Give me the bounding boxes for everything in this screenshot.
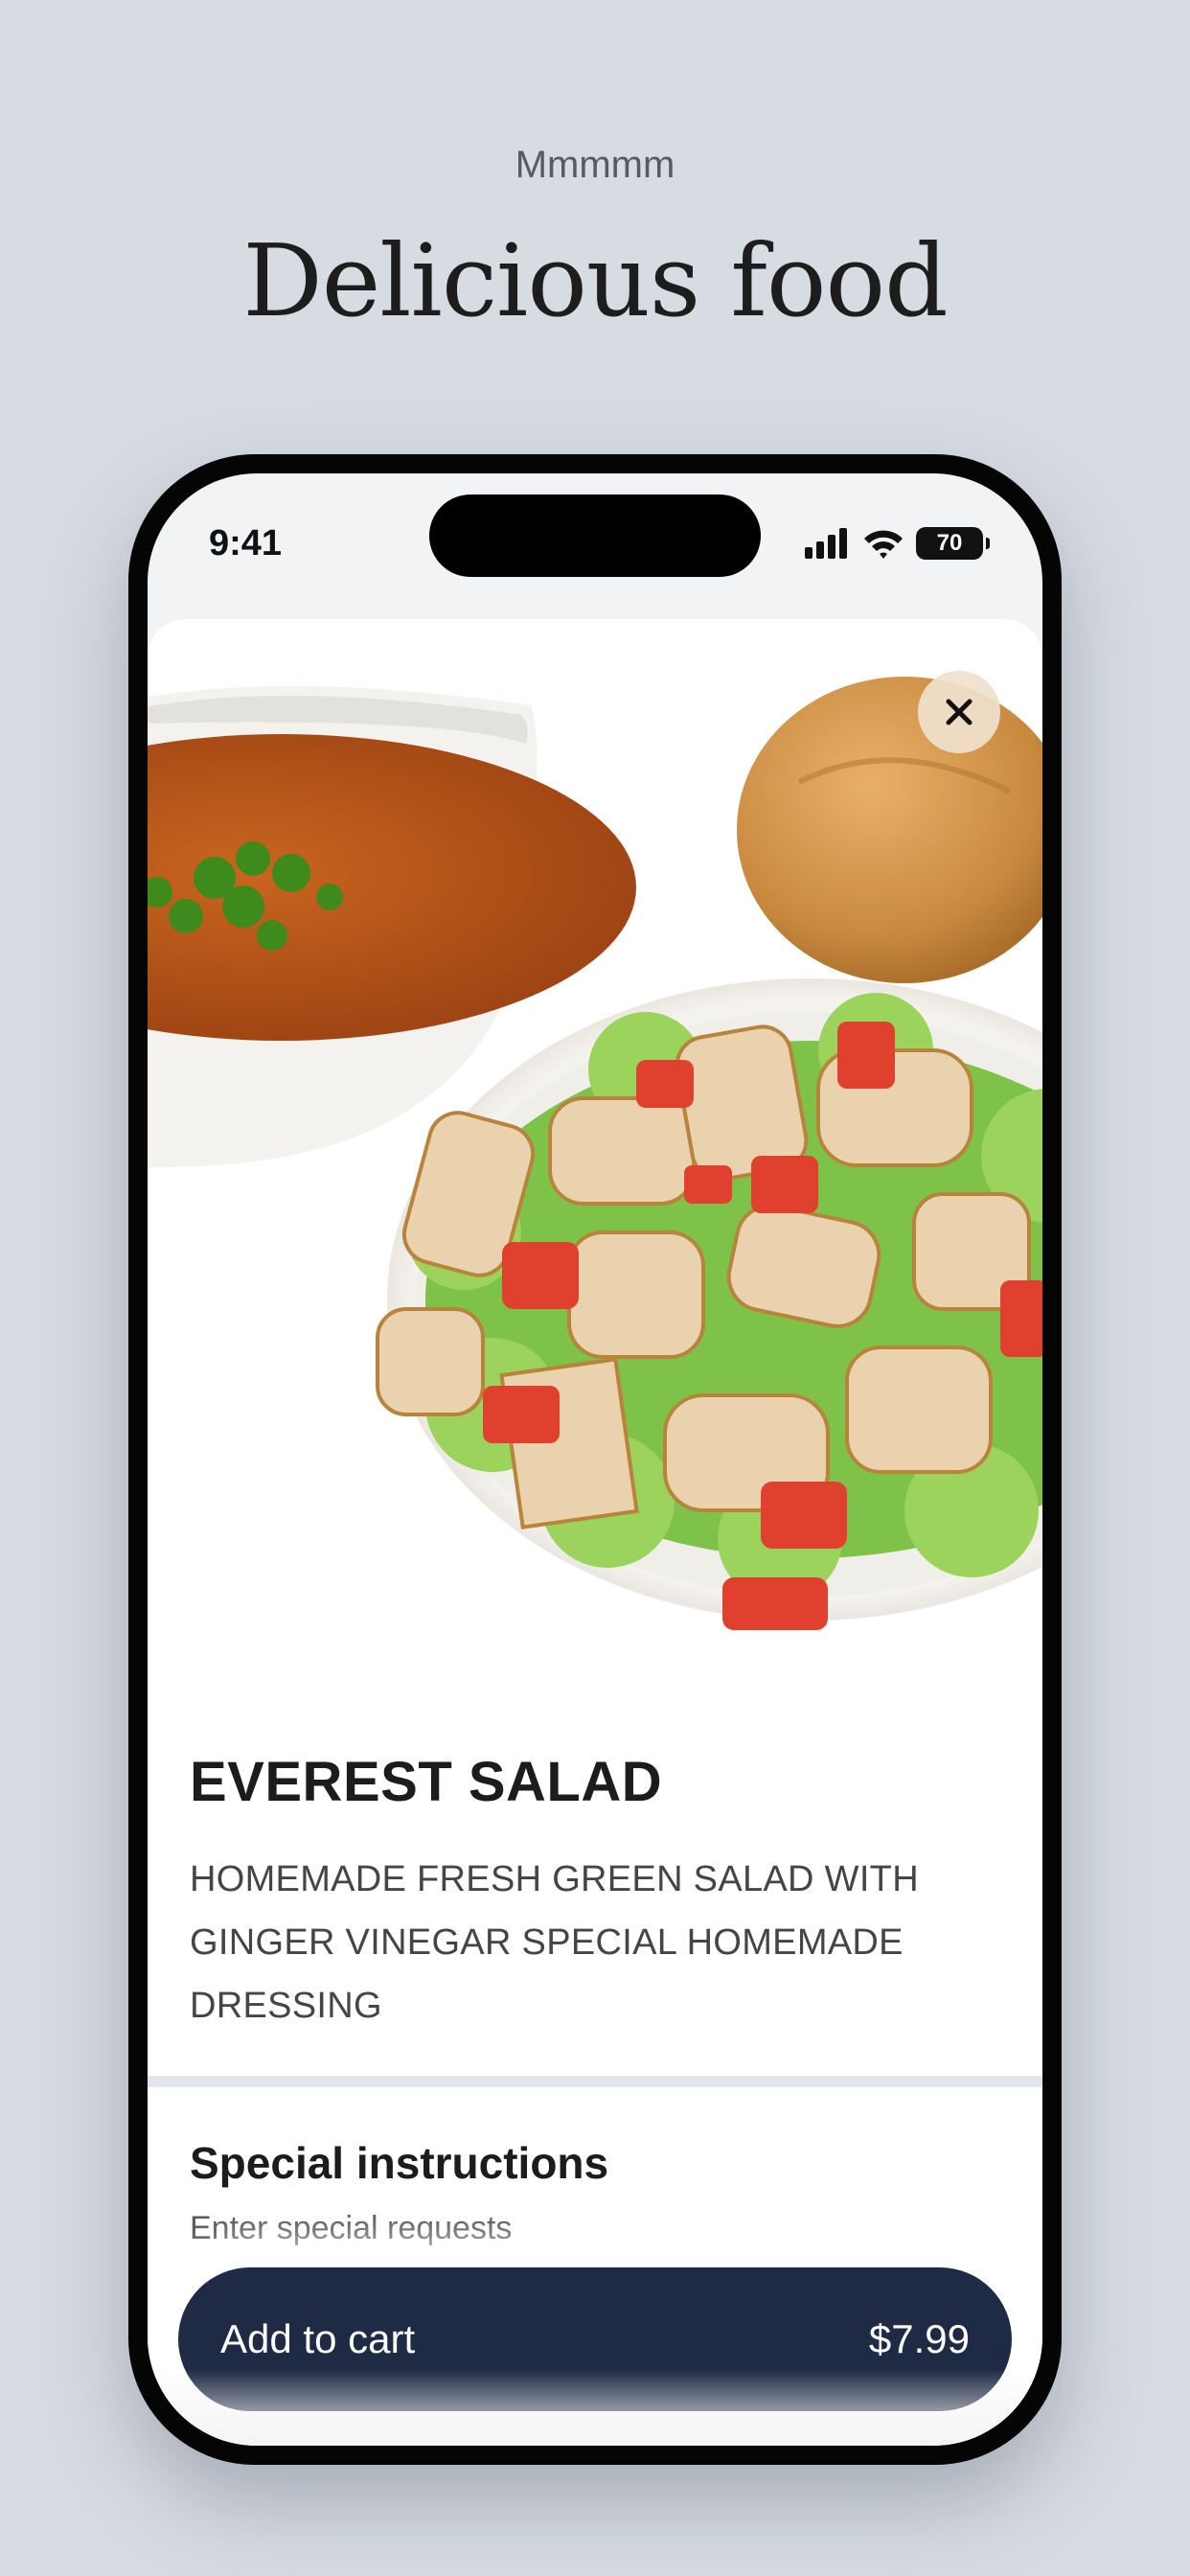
bottom-fade bbox=[148, 2369, 1042, 2446]
status-time: 9:41 bbox=[209, 523, 283, 564]
add-to-cart-label: Add to cart bbox=[220, 2316, 416, 2361]
close-button[interactable] bbox=[918, 671, 1000, 753]
signal-icon bbox=[805, 528, 847, 559]
section-divider bbox=[148, 2076, 1042, 2087]
phone-screen: 9:41 70 EVEREST SALAD HOMEMADE FRESH GRE… bbox=[148, 473, 1042, 2446]
product-description: HOMEMADE FRESH GREEN SALAD WITH GINGER V… bbox=[190, 1859, 919, 2026]
phone-frame: 9:41 70 EVEREST SALAD HOMEMADE FRESH GRE… bbox=[128, 454, 1062, 2465]
product-title: EVEREST SALAD bbox=[190, 1751, 663, 1813]
close-icon bbox=[946, 699, 973, 725]
page-kicker: Mmmmm bbox=[515, 144, 675, 186]
product-image bbox=[148, 619, 1042, 1673]
product-sheet: EVEREST SALAD HOMEMADE FRESH GREEN SALAD… bbox=[148, 619, 1042, 2446]
salad-photo bbox=[148, 677, 1042, 1630]
dynamic-island bbox=[429, 494, 761, 577]
wifi-icon bbox=[864, 530, 903, 559]
battery-icon: 70 bbox=[916, 527, 990, 560]
status-bar: 9:41 70 bbox=[148, 473, 1042, 636]
add-to-cart-price: $7.99 bbox=[868, 2316, 970, 2361]
status-icons: 70 bbox=[805, 527, 990, 560]
page-headline: Delicious food bbox=[242, 222, 948, 339]
special-instructions-title: Special instructions bbox=[190, 2138, 609, 2188]
special-instructions-input[interactable] bbox=[190, 2210, 995, 2247]
